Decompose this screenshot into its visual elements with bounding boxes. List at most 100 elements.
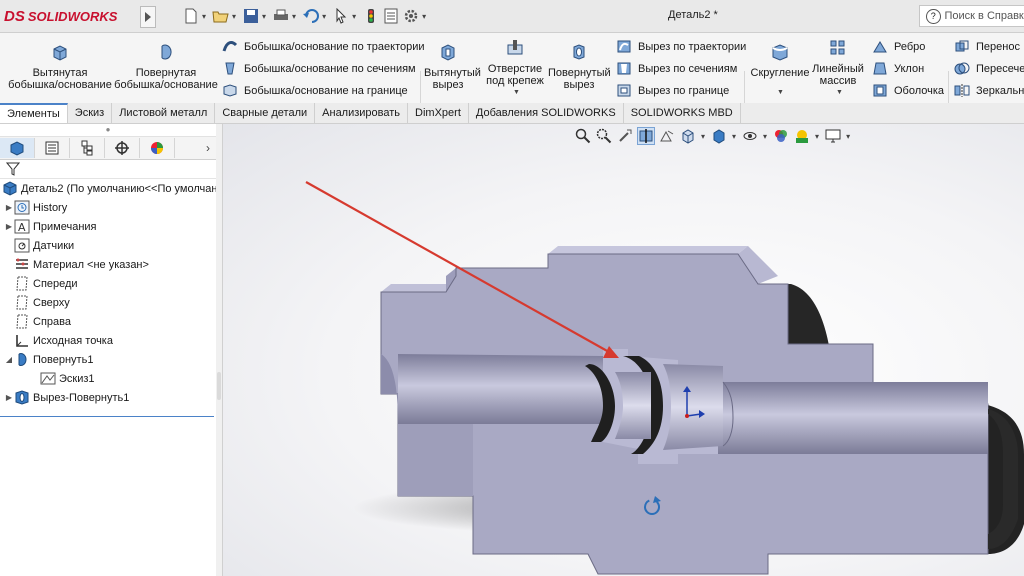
save-dropdown-icon[interactable]: ▾ bbox=[262, 12, 266, 21]
new-document-icon[interactable] bbox=[182, 8, 200, 24]
tab-weldments[interactable]: Сварные детали bbox=[215, 103, 316, 123]
draft-label: Уклон bbox=[894, 62, 925, 75]
tree-item-revolve1[interactable]: ◢ Повернуть1 bbox=[0, 350, 216, 369]
print-dropdown-icon[interactable]: ▾ bbox=[292, 12, 296, 21]
swept-boss-label: Бобышка/основание по траектории bbox=[244, 40, 425, 53]
expand-arrow-icon[interactable]: ▶ bbox=[4, 393, 14, 402]
logo-text: SOLIDWORKS bbox=[27, 8, 118, 24]
help-icon: ? bbox=[926, 8, 941, 24]
tab-dimxpert[interactable]: DimXpert bbox=[408, 103, 469, 123]
tree-item-annotations[interactable]: ▶ A Примечания bbox=[0, 217, 216, 236]
model-canvas[interactable] bbox=[223, 124, 1024, 576]
lofted-boss-icon bbox=[225, 62, 235, 75]
options-dropdown-icon[interactable]: ▾ bbox=[422, 12, 426, 21]
shell-button[interactable]: Оболочка bbox=[872, 83, 944, 98]
feature-manager-panel: ● › Деталь2 (По умолчанию<<По умолчан ▶ … bbox=[0, 124, 217, 576]
boundary-cut-icon bbox=[617, 84, 631, 97]
select-dropdown-icon[interactable]: ▾ bbox=[352, 12, 356, 21]
open-icon[interactable] bbox=[212, 8, 230, 24]
undo-icon[interactable] bbox=[302, 8, 320, 24]
mirror-button[interactable]: Зеркально bbox=[954, 83, 1024, 98]
dimxpert-manager-tab[interactable] bbox=[105, 138, 140, 158]
draft-icon bbox=[873, 62, 887, 75]
tab-evaluate[interactable]: Анализировать bbox=[315, 103, 409, 123]
tree-item-right-plane[interactable]: Справа bbox=[0, 312, 216, 331]
tree-filter[interactable] bbox=[0, 160, 216, 179]
display-manager-tab[interactable] bbox=[140, 138, 175, 158]
command-tabs: Элементы Эскиз Листовой металл Сварные д… bbox=[0, 103, 1024, 124]
panel-splitter[interactable] bbox=[216, 124, 223, 576]
hole-wizard-button[interactable]: Отверстие под крепеж bbox=[482, 39, 548, 87]
help-search-box[interactable]: ? Поиск в Справке bbox=[919, 5, 1024, 27]
tab-features[interactable]: Элементы bbox=[0, 103, 68, 123]
tree-item-origin[interactable]: Исходная точка bbox=[0, 331, 216, 350]
open-dropdown-icon[interactable]: ▾ bbox=[232, 12, 236, 21]
revolved-boss-button[interactable]: Повернутая бобышка/основание bbox=[114, 43, 218, 91]
boundary-boss-button[interactable]: Бобышка/основание на границе bbox=[222, 83, 408, 98]
linear-pattern-dropdown-icon[interactable]: ▼ bbox=[836, 89, 843, 96]
boundary-cut-button[interactable]: Вырез по границе bbox=[616, 83, 729, 98]
tree-item-label: Датчики bbox=[33, 239, 75, 252]
help-search-input[interactable]: Поиск в Справке bbox=[945, 10, 1024, 22]
tree-item-sensors[interactable]: Датчики bbox=[0, 236, 216, 255]
rollback-bar[interactable] bbox=[0, 416, 214, 417]
property-manager-tab[interactable] bbox=[35, 138, 70, 158]
tree-item-history[interactable]: ▶ History bbox=[0, 198, 216, 217]
tree-part-label: Деталь2 (По умолчанию<<По умолчан bbox=[21, 182, 218, 195]
intersect-button[interactable]: Пересечен bbox=[954, 61, 1024, 76]
revolved-cut-button[interactable]: Повернутый вырез bbox=[548, 43, 611, 91]
tree-item-sketch1[interactable]: Эскиз1 bbox=[0, 369, 216, 388]
tree-item-front-plane[interactable]: Спереди bbox=[0, 274, 216, 293]
rib-icon bbox=[873, 41, 887, 53]
extruded-boss-button[interactable]: Вытянутая бобышка/основание bbox=[8, 43, 112, 91]
rebuild-icon[interactable] bbox=[362, 8, 380, 24]
graphics-viewport[interactable]: ▾ ▾ ▾ ▾ ▾ bbox=[223, 124, 1024, 576]
configuration-manager-tab[interactable] bbox=[70, 138, 105, 158]
rib-button[interactable]: Ребро bbox=[872, 39, 925, 54]
menu-expand-arrow[interactable] bbox=[140, 6, 156, 28]
expand-arrow-icon[interactable]: ▶ bbox=[4, 222, 14, 231]
extruded-cut-button[interactable]: Вытянутый вырез bbox=[424, 43, 481, 91]
tab-sketch[interactable]: Эскиз bbox=[68, 103, 113, 123]
tab-solidworks-addins[interactable]: Добавления SOLIDWORKS bbox=[469, 103, 624, 123]
tree-item-cut-revolve1[interactable]: ▶ Вырез-Повернуть1 bbox=[0, 388, 216, 407]
save-icon[interactable] bbox=[242, 8, 260, 24]
panel-grip-icon[interactable]: ● bbox=[0, 124, 216, 137]
chevron-right-icon[interactable]: › bbox=[206, 141, 210, 155]
swept-cut-button[interactable]: Вырез по траектории bbox=[616, 39, 746, 54]
solidworks-logo[interactable]: DS SOLIDWORKS bbox=[4, 6, 117, 26]
tab-solidworks-mbd[interactable]: SOLIDWORKS MBD bbox=[624, 103, 741, 123]
collapse-arrow-icon[interactable]: ◢ bbox=[4, 355, 14, 364]
intersect-icon bbox=[954, 62, 970, 75]
history-icon bbox=[14, 200, 30, 215]
feature-tree-tab[interactable] bbox=[0, 138, 35, 158]
document-title: Деталь2 * bbox=[668, 9, 718, 21]
tree-item-top-plane[interactable]: Сверху bbox=[0, 293, 216, 312]
fillet-button[interactable]: Скругление bbox=[750, 43, 810, 79]
tab-sheet-metal[interactable]: Листовой металл bbox=[112, 103, 216, 123]
fillet-dropdown-icon[interactable]: ▼ bbox=[777, 89, 784, 96]
move-button[interactable]: Перенос bbox=[954, 39, 1020, 54]
filter-icon[interactable] bbox=[6, 162, 20, 176]
tree-item-material[interactable]: Материал <не указан> bbox=[0, 255, 216, 274]
lofted-boss-button[interactable]: Бобышка/основание по сечениям bbox=[222, 61, 416, 76]
linear-pattern-button[interactable]: Линейный массив bbox=[810, 39, 866, 87]
property-manager-icon bbox=[45, 141, 59, 155]
file-properties-icon[interactable] bbox=[382, 8, 400, 24]
new-dropdown-icon[interactable]: ▾ bbox=[202, 12, 206, 21]
expand-arrow-icon[interactable]: ▶ bbox=[4, 203, 14, 212]
lofted-cut-button[interactable]: Вырез по сечениям bbox=[616, 61, 737, 76]
select-icon[interactable] bbox=[332, 8, 350, 24]
tree-part-root[interactable]: Деталь2 (По умолчанию<<По умолчан bbox=[0, 179, 218, 198]
draft-button[interactable]: Уклон bbox=[872, 61, 924, 76]
revolved-part-section[interactable] bbox=[380, 246, 1024, 575]
hole-wizard-dropdown-icon[interactable]: ▼ bbox=[513, 89, 520, 96]
tree-item-label: Справа bbox=[33, 315, 71, 328]
splitter-handle-icon[interactable] bbox=[217, 372, 221, 400]
undo-dropdown-icon[interactable]: ▾ bbox=[322, 12, 326, 21]
print-icon[interactable] bbox=[272, 8, 290, 24]
display-manager-icon bbox=[151, 142, 163, 154]
crosshair-icon bbox=[115, 141, 129, 155]
options-icon[interactable] bbox=[402, 8, 420, 24]
swept-boss-button[interactable]: Бобышка/основание по траектории bbox=[222, 39, 425, 54]
